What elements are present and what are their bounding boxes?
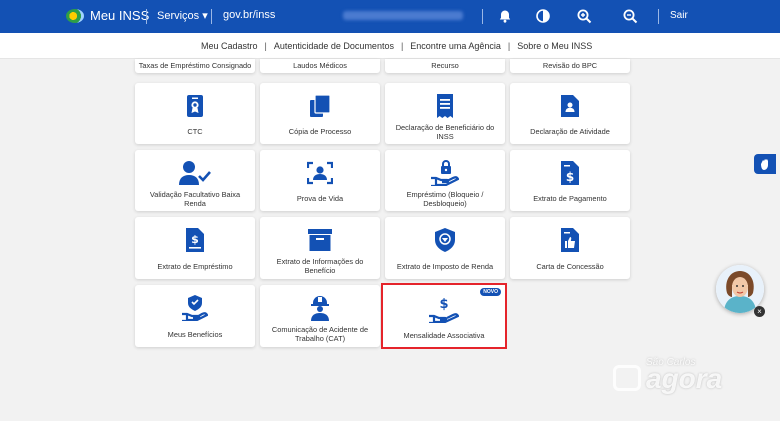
- document-thumbs-up-icon: [561, 227, 579, 253]
- lion-shield-icon: [433, 227, 457, 253]
- close-icon[interactable]: ×: [754, 306, 765, 317]
- brand[interactable]: Meu INSS: [66, 8, 149, 23]
- logout-link[interactable]: Sair: [670, 10, 688, 21]
- service-card-ctc[interactable]: CTC: [135, 83, 255, 144]
- service-card-cat[interactable]: Comunicação de Acidente de Trabalho (CAT…: [260, 285, 380, 347]
- service-card-label: CTC: [187, 127, 203, 136]
- service-card-mensalidade-associativa[interactable]: NOVO $ Mensalidade Associativa: [381, 283, 507, 349]
- service-card-label: Extrato de Informações do Benefício: [276, 257, 364, 275]
- service-card-declaracao-beneficiario[interactable]: Declaração de Beneficiário do INSS: [385, 83, 505, 144]
- service-card-label: Declaração de Beneficiário do INSS: [395, 122, 495, 141]
- service-card-extrato-informacoes[interactable]: Extrato de Informações do Benefício: [260, 217, 380, 279]
- service-card-label: Empréstimo (Bloqueio / Desbloqueio): [406, 189, 484, 208]
- watermark-logo-icon: [613, 365, 641, 391]
- nav-autenticidade[interactable]: Autenticidade de Documentos: [274, 41, 394, 51]
- badge-icon: [187, 93, 203, 119]
- service-card-copia-processo[interactable]: Cópia de Processo: [260, 83, 380, 144]
- service-card-declaracao-atividade[interactable]: Declaração de Atividade: [510, 83, 630, 144]
- service-card-carta-concessao[interactable]: Carta de Concessão: [510, 217, 630, 279]
- svg-text:$: $: [191, 233, 199, 246]
- service-card-emprestimo-bloqueio[interactable]: Empréstimo (Bloqueio / Desbloqueio): [385, 150, 505, 211]
- new-badge: NOVO: [480, 288, 501, 296]
- svg-text:$: $: [566, 170, 574, 184]
- servicos-menu[interactable]: Serviços ▾: [157, 9, 208, 22]
- user-check-icon: [179, 160, 211, 186]
- service-card[interactable]: Laudos Médicos: [260, 59, 380, 73]
- svg-text:$: $: [439, 297, 448, 312]
- service-card-label: Comunicação de Acidente de Trabalho (CAT…: [271, 325, 369, 343]
- nav-divider: |: [264, 41, 267, 51]
- worker-icon: [307, 295, 333, 321]
- hand-lock-icon: [431, 160, 459, 186]
- zoom-out-icon[interactable]: [621, 7, 639, 25]
- service-card-label: Extrato de Pagamento: [533, 194, 607, 203]
- document-person-icon: [561, 93, 579, 119]
- sign-language-icon: [760, 158, 768, 170]
- service-card-label: Declaração de Atividade: [530, 127, 610, 136]
- copy-icon: [310, 93, 330, 119]
- contrast-icon[interactable]: [534, 7, 552, 25]
- secondary-nav: Meu Cadastro | Autenticidade de Document…: [0, 33, 780, 59]
- service-card-label: Validação Facultativo Baixa Renda: [149, 189, 241, 208]
- inss-logo-icon: [66, 8, 84, 23]
- nav-divider: |: [507, 41, 511, 51]
- archive-icon: [308, 227, 332, 253]
- service-card-extrato-pagamento[interactable]: $ Extrato de Pagamento: [510, 150, 630, 211]
- chevron-down-icon: ▾: [202, 10, 208, 22]
- service-card-label: Cópia de Processo: [288, 127, 352, 136]
- service-card-meus-beneficios[interactable]: Meus Benefícios: [135, 285, 255, 347]
- accessibility-hands-button[interactable]: [754, 154, 776, 174]
- hand-dollar-icon: $: [429, 297, 459, 323]
- service-card-label: Extrato de Imposto de Renda: [396, 261, 494, 271]
- service-card[interactable]: Recurso: [385, 59, 505, 73]
- bell-icon[interactable]: [496, 7, 514, 25]
- service-card-label: Meus Benefícios: [167, 329, 223, 339]
- service-card[interactable]: Revisão do BPC: [510, 59, 630, 73]
- service-card-label: Revisão do BPC: [542, 61, 598, 70]
- service-card-label: Taxas de Empréstimo Consignado: [138, 61, 252, 70]
- divider: [146, 9, 147, 24]
- face-scan-icon: [307, 160, 333, 186]
- service-card-prova-de-vida[interactable]: Prova de Vida: [260, 150, 380, 211]
- service-card-extrato-emprestimo[interactable]: $ Extrato de Empréstimo: [135, 217, 255, 279]
- service-card-label: Carta de Concessão: [536, 261, 604, 271]
- service-card-label: Mensalidade Associativa: [403, 330, 485, 340]
- brand-label: Meu INSS: [90, 8, 150, 23]
- divider: [658, 9, 659, 24]
- nav-divider: |: [400, 41, 404, 51]
- service-card-extrato-imposto[interactable]: Extrato de Imposto de Renda: [385, 217, 505, 279]
- top-bar: Meu INSS Serviços ▾ gov.br/inss Sair: [0, 0, 780, 33]
- document-dollar-icon: $: [186, 227, 204, 253]
- zoom-in-icon[interactable]: [575, 7, 593, 25]
- divider: [482, 9, 483, 24]
- service-card-label: Recurso: [431, 61, 459, 70]
- servicos-label: Serviços: [157, 10, 200, 22]
- watermark-big-text: agora: [646, 363, 723, 394]
- service-card[interactable]: Taxas de Empréstimo Consignado: [135, 59, 255, 73]
- service-card-label: Laudos Médicos: [293, 61, 347, 70]
- govbr-link[interactable]: gov.br/inss: [223, 9, 275, 21]
- nav-agencia[interactable]: Encontre uma Agência: [410, 41, 501, 51]
- document-dollar-icon: $: [561, 160, 579, 186]
- divider: [211, 9, 212, 24]
- service-card-label: Prova de Vida: [296, 194, 344, 203]
- nav-meu-cadastro[interactable]: Meu Cadastro: [201, 41, 258, 51]
- hand-shield-icon: [182, 295, 208, 321]
- service-card-validacao-facultativo[interactable]: Validação Facultativo Baixa Renda: [135, 150, 255, 211]
- user-info-blurred: [343, 11, 463, 20]
- nav-sobre[interactable]: Sobre o Meu INSS: [517, 41, 592, 51]
- receipt-icon: [437, 93, 453, 119]
- service-card-label: Extrato de Empréstimo: [157, 261, 233, 271]
